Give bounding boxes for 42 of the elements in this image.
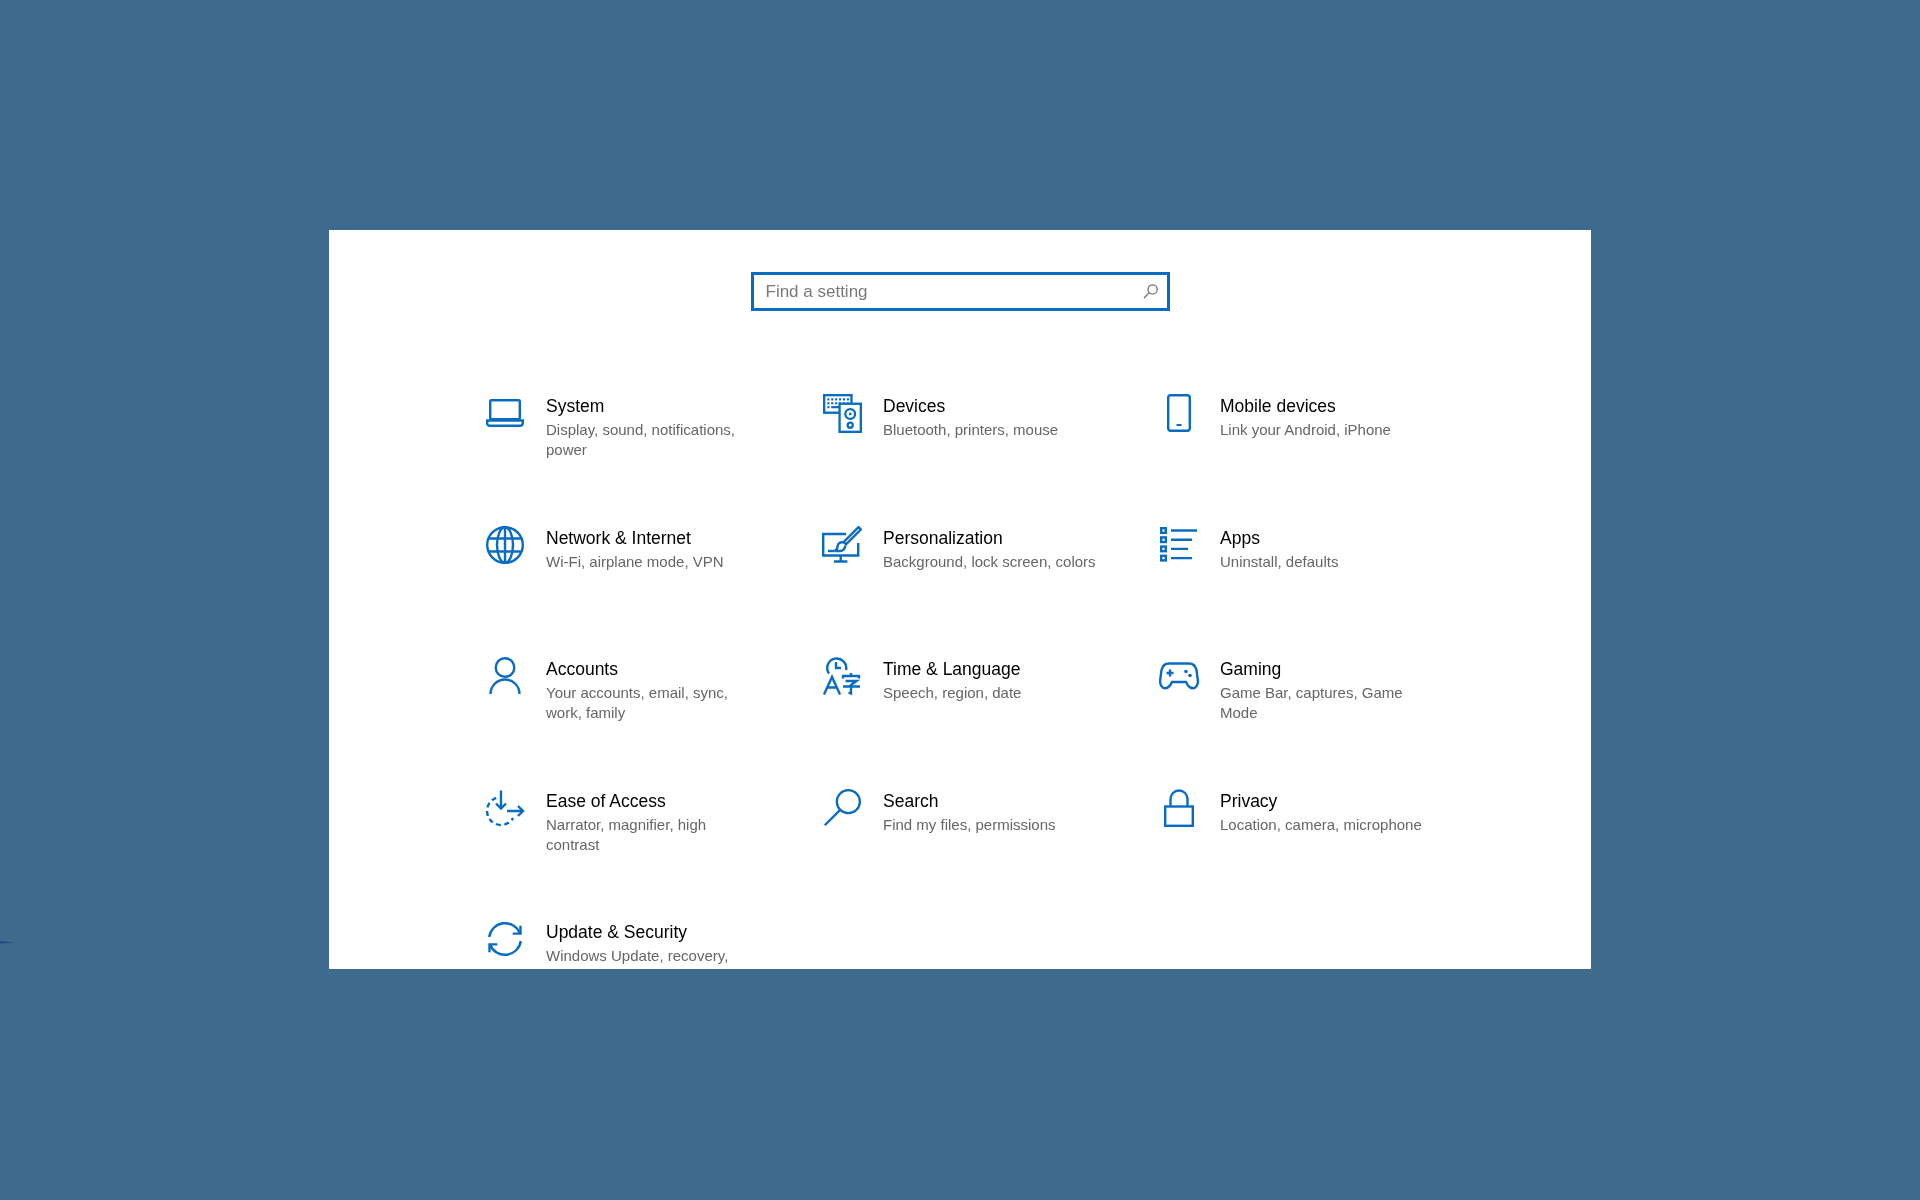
category-description: Narrator, magnifier, high contrast [546,814,708,855]
category-description: Uninstall, defaults [1220,551,1339,572]
monitor-brush-icon [822,525,862,564]
padlock-icon [1164,788,1194,827]
person-icon [489,657,521,696]
category-description: Speech, region, date [883,683,1022,704]
category-title[interactable]: Personalization [883,526,1003,549]
search-icon [822,788,862,828]
category-title[interactable]: Search [883,789,939,812]
category-title[interactable]: Ease of Access [546,789,666,812]
category-title[interactable]: Network & Internet [546,526,691,549]
category-title[interactable]: Privacy [1220,789,1278,812]
category-title[interactable]: Accounts [546,658,618,681]
keyboard-speaker-icon [822,393,862,433]
category-description: Display, sound, notifications, power [546,420,736,460]
category-title[interactable]: Mobile devices [1220,395,1336,417]
category-description: Background, lock screen, colors [883,551,1096,572]
globe-icon [486,525,524,564]
search-icon[interactable] [1142,284,1158,299]
category-description: Bluetooth, printers, mouse [883,420,1059,440]
category-description: Windows Update, recovery, [546,946,729,967]
clock-language-icon [822,656,862,697]
category-description: Game Bar, captures, Game Mode [1220,683,1404,724]
category-title[interactable]: System [546,395,605,417]
category-description: Link your Android, iPhone [1220,420,1391,440]
category-title[interactable]: Update & Security [546,921,688,944]
category-description: Wi-Fi, airplane mode, VPN [546,551,724,572]
category-title[interactable]: Devices [883,395,946,417]
dash-icon [0,940,15,944]
dashed-circle-arrows-icon [485,788,525,827]
category-description: Your accounts, email, sync, work, family [546,683,730,724]
list-icon [1160,526,1198,563]
phone-icon [1167,394,1191,432]
category-title[interactable]: Gaming [1220,658,1282,681]
category-title[interactable]: Time & Language [883,658,1021,681]
search-field[interactable]: Find a setting [750,272,1170,311]
circular-arrows-icon [485,920,525,959]
category-description: Find my files, permissions [883,814,1056,835]
category-description: Location, camera, microphone [1220,814,1422,835]
laptop-icon [486,399,524,427]
gamepad-icon [1159,662,1199,691]
category-title[interactable]: Apps [1220,526,1260,549]
